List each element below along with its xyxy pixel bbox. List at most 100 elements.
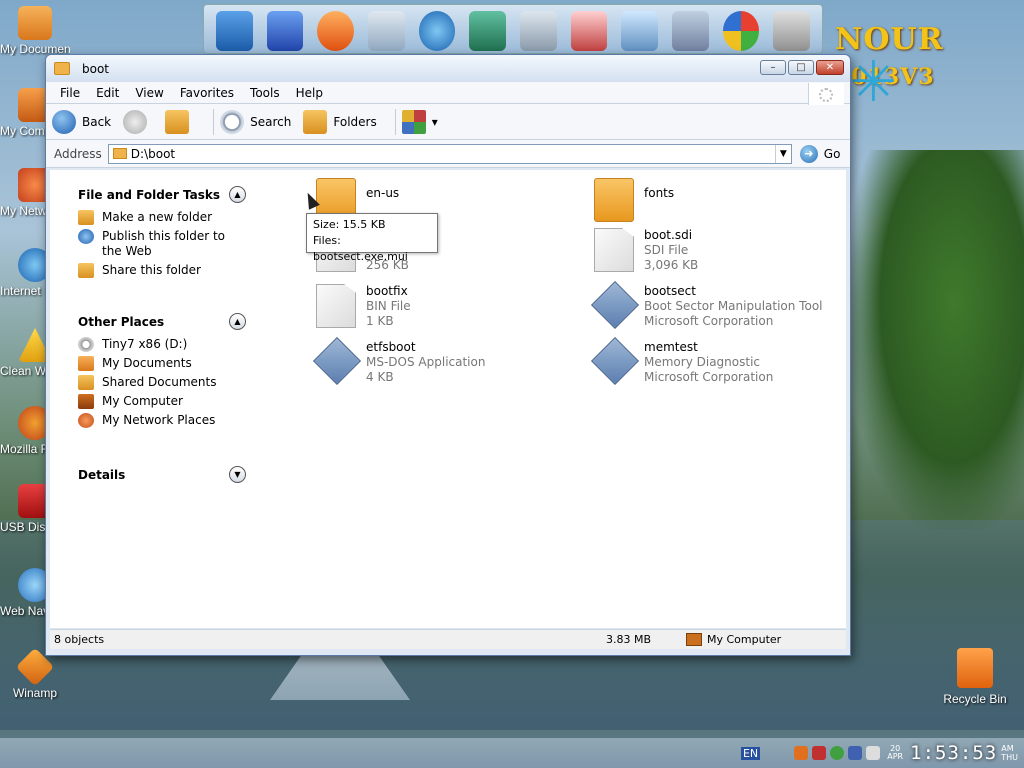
folders-button[interactable]: Folders [303,109,377,134]
menu-bar: File Edit View Favorites Tools Help [46,82,850,105]
forward-arrow-icon [123,109,148,134]
menu-edit[interactable]: Edit [88,86,127,100]
file-folder-tasks: File and Folder Tasks ▲ Make a new folder… [78,186,248,278]
star-decoration: ✳ [850,50,897,115]
views-icon [401,109,426,134]
folder-icon [54,62,70,75]
content-area: File and Folder Tasks ▲ Make a new folder… [50,170,846,628]
address-dropdown[interactable]: ▼ [774,144,791,163]
task-share-folder[interactable]: Share this folder [78,263,248,278]
shared-folder-icon [78,375,94,390]
computer-icon [686,633,702,646]
cd-drive-icon [78,337,94,352]
place-shared-documents[interactable]: Shared Documents [78,375,248,390]
document-icon [316,284,356,328]
back-button[interactable]: Back [52,109,111,134]
collapse-icon[interactable]: ▲ [229,186,246,203]
address-input[interactable]: D:\boot ▼ [107,143,792,164]
place-my-documents[interactable]: My Documents [78,356,248,371]
network-icon [78,413,94,428]
window-title: boot [82,61,110,76]
system-tray: EN 20 APR 1:53:53 AM THU [740,738,1024,768]
desktop-background-trees [850,150,1024,530]
windows-throbber [808,83,844,105]
tray-app-icon[interactable] [794,746,809,760]
address-value: D:\boot [130,146,176,161]
language-indicator[interactable]: EN [740,746,761,760]
folder-icon [18,6,52,40]
forward-button[interactable] [123,109,153,134]
address-bar: Address D:\boot ▼ ➜ Go [46,140,850,168]
menu-view[interactable]: View [127,86,171,100]
task-pane: File and Folder Tasks ▲ Make a new folder… [50,170,260,628]
place-drive-d[interactable]: Tiny7 x86 (D:) [78,337,248,352]
new-folder-icon [78,210,94,225]
dock-notepad-icon[interactable] [621,11,659,51]
close-button[interactable]: ✕ [816,60,844,75]
publish-web-icon [78,229,94,244]
place-network[interactable]: My Network Places [78,413,248,428]
tray-shield-icon[interactable] [812,746,827,760]
desktop-icon-my-documents[interactable]: My Documents [0,6,70,56]
dock-paint-icon[interactable] [570,11,608,51]
menu-help[interactable]: Help [288,86,331,100]
tray-day: AM THU [1001,744,1018,762]
document-icon [594,228,634,272]
search-icon [220,109,245,134]
folders-icon [303,109,328,134]
menu-tools[interactable]: Tools [242,86,288,100]
collapse-icon[interactable]: ▲ [229,313,246,330]
section-title: File and Folder Tasks [78,188,221,202]
status-size: 3.83 MB [606,633,652,646]
section-title: Other Places [78,315,165,329]
dock-start-icon[interactable] [722,11,760,51]
back-arrow-icon [52,109,76,134]
file-item-boot-sdi[interactable]: boot.sdi SDI File 3,096 KB [594,228,854,273]
file-item-memtest[interactable]: memtest Memory Diagnostic Microsoft Corpor… [594,340,854,385]
chevron-down-icon: ▾ [431,114,438,129]
address-label: Address [54,146,102,161]
section-title: Details [78,468,126,482]
dock-media-icon[interactable] [317,11,355,51]
file-item-bootsect[interactable]: bootsect Boot Sector Manipulation Tool Mic… [594,284,854,329]
task-new-folder[interactable]: Make a new folder [78,210,248,225]
task-publish-web[interactable]: Publish this folder to the Web [78,229,248,259]
dock-computer-icon[interactable] [216,11,253,51]
go-button[interactable]: ➜ Go [799,144,840,163]
file-item-bootfix[interactable]: bootfix BIN File 1 KB [316,284,576,329]
file-item-fonts[interactable]: fonts [594,178,854,222]
desktop-icon-winamp[interactable]: Winamp [0,647,70,700]
toolbar-separator [394,108,396,135]
tray-network-icon[interactable] [848,746,863,760]
minimize-button[interactable]: – [760,60,786,75]
menu-favorites[interactable]: Favorites [172,86,242,100]
expand-icon[interactable]: ▼ [229,466,246,483]
dock-documents-icon[interactable] [368,11,405,51]
documents-icon [78,356,94,371]
maximize-button[interactable]: □ [788,60,814,75]
views-button[interactable]: ▾ [401,109,438,134]
tray-check-icon[interactable] [830,746,845,760]
dock-network-icon[interactable] [266,11,304,51]
place-my-computer[interactable]: My Computer [78,394,248,409]
search-button[interactable]: Search [220,109,291,134]
title-bar[interactable]: boot – □ ✕ [46,55,850,82]
desktop-icon-recycle-bin[interactable]: Recycle Bin [940,648,1010,706]
folder-icon [112,148,127,159]
up-button[interactable] [165,109,195,134]
toolbar: Back Search Folders ▾ [46,104,850,140]
menu-file[interactable]: File [52,86,88,100]
dock-ie-icon[interactable] [418,11,456,51]
tray-clock[interactable]: 1:53:53 [910,742,997,764]
file-item-etfsboot[interactable]: etfsboot MS-DOS Application 4 KB [316,340,576,385]
dock-calculator-icon[interactable] [520,11,557,51]
dock-settings-icon[interactable] [672,11,709,51]
details-section: Details ▼ [78,466,248,486]
top-dock [203,4,823,54]
other-places: Other Places ▲ Tiny7 x86 (D:) My Document… [78,313,248,428]
folder-up-icon [165,109,190,134]
tray-volume-icon[interactable] [866,746,881,760]
dock-recycle-icon[interactable] [773,11,811,51]
dock-display-icon[interactable] [469,11,507,51]
application-icon [316,340,356,384]
